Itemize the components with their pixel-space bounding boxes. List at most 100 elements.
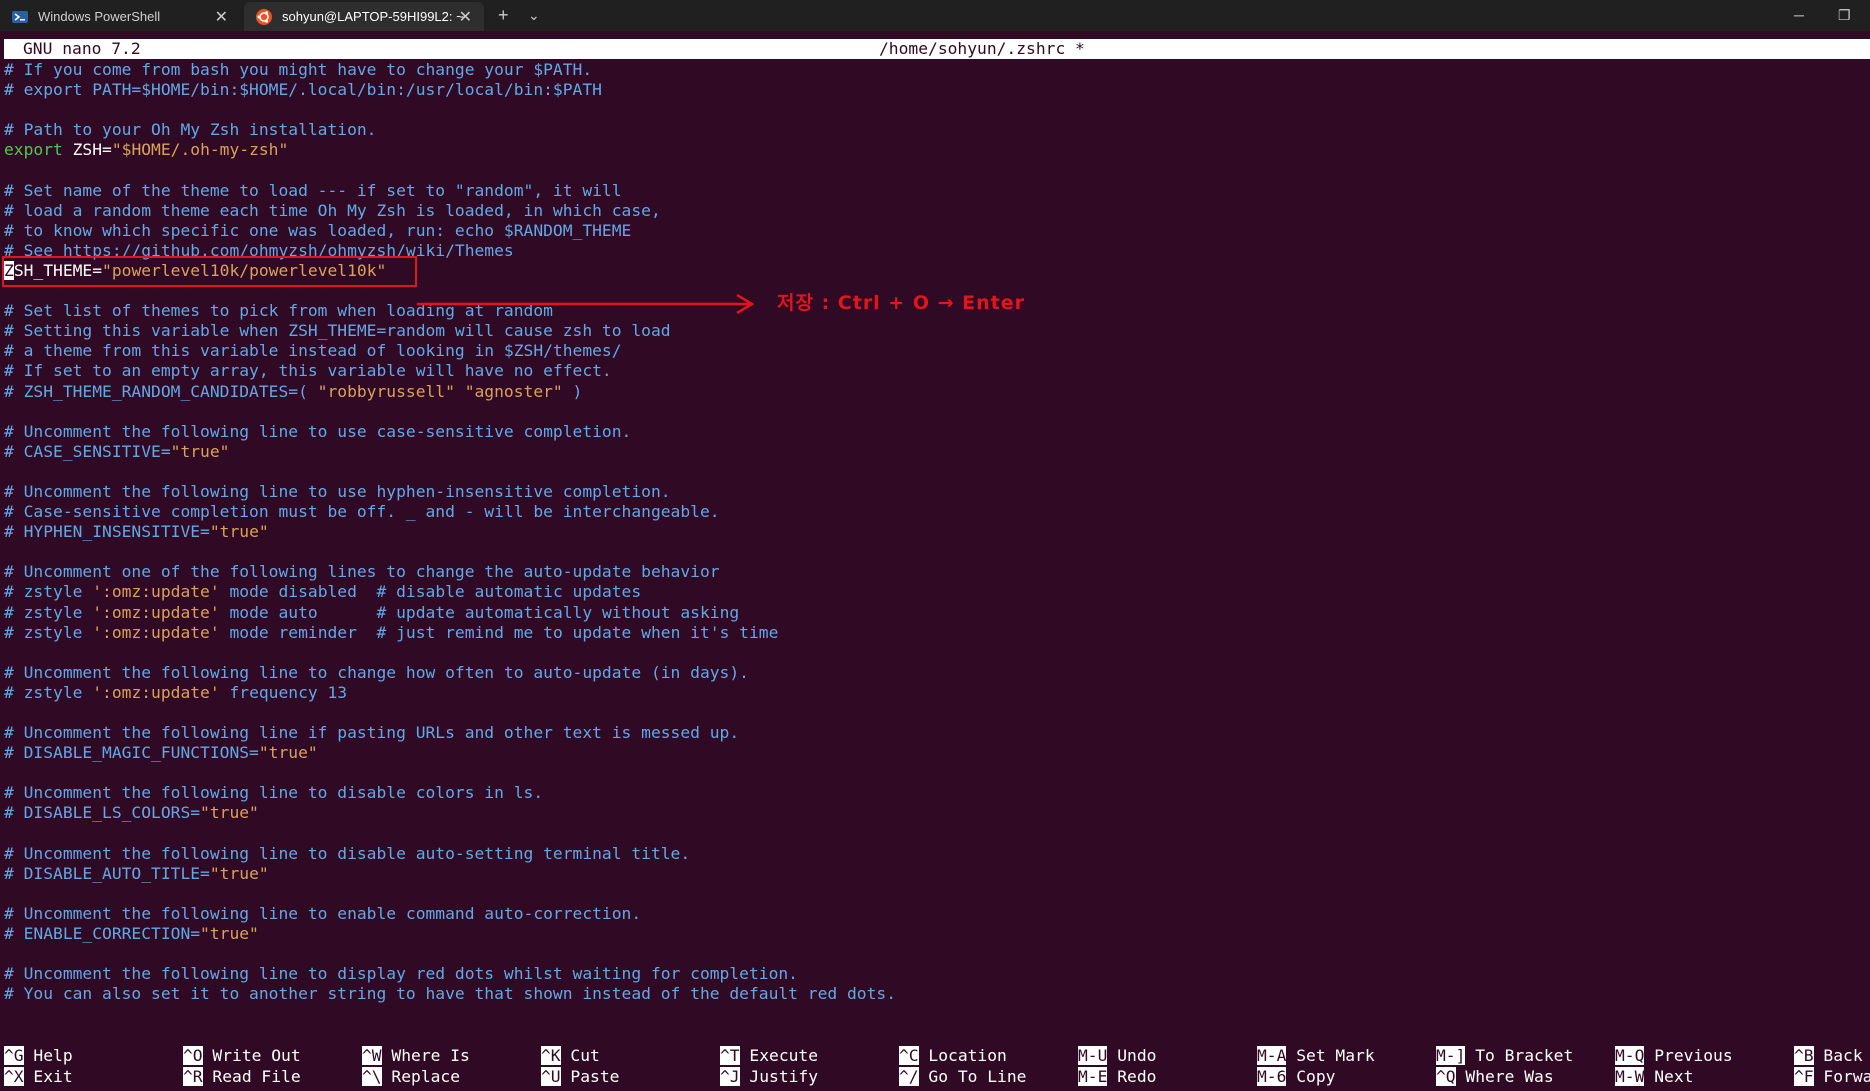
shortcut-label: Execute <box>739 1046 819 1065</box>
editor-line[interactable]: # Uncomment the following line to disabl… <box>4 844 896 864</box>
minimize-button[interactable]: ─ <box>1794 4 1804 26</box>
editor-line[interactable]: # Uncomment the following line to enable… <box>4 904 896 924</box>
close-icon[interactable]: ✕ <box>215 7 228 27</box>
shortcut-where-is[interactable]: ^W Where Is <box>362 1046 470 1066</box>
editor-text-area[interactable]: # If you come from bash you might have t… <box>4 60 896 1004</box>
tab-windows-powershell[interactable]: Windows PowerShell ✕ <box>0 2 240 31</box>
code-token: # Setting this variable when ZSH_THEME=r… <box>4 321 671 341</box>
tab-dropdown-button[interactable]: ⌄ <box>528 4 540 26</box>
editor-line[interactable]: # a theme from this variable instead of … <box>4 341 896 361</box>
editor-line[interactable] <box>4 100 896 120</box>
editor-line[interactable]: # Set name of the theme to load --- if s… <box>4 181 896 201</box>
shortcut-justify[interactable]: ^J Justify <box>720 1067 818 1087</box>
editor-line[interactable] <box>4 944 896 964</box>
shortcut-cut[interactable]: ^K Cut <box>541 1046 600 1066</box>
editor-line[interactable] <box>4 643 896 663</box>
editor-line[interactable]: # CASE_SENSITIVE="true" <box>4 442 896 462</box>
editor-line[interactable] <box>4 462 896 482</box>
code-token: "$HOME/.oh-my-zsh" <box>111 140 289 160</box>
code-token: "robbyrussell" "agnoster" <box>317 381 563 401</box>
shortcut-key: M-6 <box>1257 1067 1287 1086</box>
shortcut-redo[interactable]: M-E Redo <box>1078 1067 1156 1087</box>
editor-line[interactable]: # DISABLE_AUTO_TITLE="true" <box>4 864 896 884</box>
editor-line[interactable]: export ZSH="$HOME/.oh-my-zsh" <box>4 140 896 160</box>
editor-line[interactable]: # If you come from bash you might have t… <box>4 60 896 80</box>
shortcut-previous[interactable]: M-Q Previous <box>1615 1046 1733 1066</box>
editor-line[interactable]: # Uncomment the following line to use ca… <box>4 422 896 442</box>
shortcut-label: Write Out <box>202 1046 301 1065</box>
editor-line[interactable] <box>4 763 896 783</box>
shortcut-read-file[interactable]: ^R Read File <box>183 1067 301 1087</box>
shortcut-help[interactable]: ^G Help <box>4 1046 73 1066</box>
code-token: # Uncomment the following line to displa… <box>4 964 798 984</box>
terminal-pane[interactable]: GNU nano 7.2 /home/sohyun/.zshrc * # If … <box>0 31 1870 1086</box>
editor-line[interactable]: # zstyle ':omz:update' mode auto # updat… <box>4 603 896 623</box>
shortcut-key: ^W <box>362 1046 382 1065</box>
shortcut-label: Set Mark <box>1286 1046 1375 1065</box>
shortcut-next[interactable]: M-W Next <box>1615 1067 1693 1087</box>
tab-ubuntu-shell[interactable]: sohyun@LAPTOP-59HI99L2: ~ ✕ <box>244 2 484 31</box>
editor-line[interactable]: # zstyle ':omz:update' mode reminder # j… <box>4 623 896 643</box>
shortcut-label: Justify <box>739 1067 819 1086</box>
code-token: # a theme from this variable instead of … <box>4 341 622 361</box>
code-token: # Set name of the theme to load --- if s… <box>4 180 622 200</box>
editor-line[interactable]: # Uncomment the following line to displa… <box>4 964 896 984</box>
editor-line[interactable]: # Uncomment the following line to use hy… <box>4 482 896 502</box>
editor-line[interactable] <box>4 824 896 844</box>
editor-line[interactable]: # DISABLE_MAGIC_FUNCTIONS="true" <box>4 743 896 763</box>
code-token: # export PATH=$HOME/bin:$HOME/.local/bin… <box>4 80 602 100</box>
shortcut-execute[interactable]: ^T Execute <box>720 1046 818 1066</box>
shortcut-paste[interactable]: ^U Paste <box>541 1067 619 1087</box>
code-token: # load a random theme each time Oh My Zs… <box>4 200 661 220</box>
code-token: export <box>4 140 63 160</box>
editor-line[interactable] <box>4 402 896 422</box>
shortcut-location[interactable]: ^C Location <box>899 1046 1007 1066</box>
editor-line[interactable]: # Uncomment the following line to change… <box>4 663 896 683</box>
editor-line[interactable] <box>4 703 896 723</box>
code-token: # Path to your Oh My Zsh installation. <box>4 120 377 140</box>
editor-line[interactable]: # You can also set it to another string … <box>4 984 896 1004</box>
editor-line[interactable]: # Uncomment the following line if pastin… <box>4 723 896 743</box>
shortcut-where-was[interactable]: ^Q Where Was <box>1436 1067 1554 1087</box>
editor-line[interactable]: # zstyle ':omz:update' frequency 13 <box>4 683 896 703</box>
code-token: "true" <box>209 522 269 542</box>
shortcut-back[interactable]: ^B Back <box>1794 1046 1863 1066</box>
editor-line[interactable]: # zstyle ':omz:update' mode disabled # d… <box>4 582 896 602</box>
editor-line[interactable]: # export PATH=$HOME/bin:$HOME/.local/bin… <box>4 80 896 100</box>
shortcut-key: M-A <box>1257 1046 1287 1065</box>
shortcut-undo[interactable]: M-U Undo <box>1078 1046 1156 1066</box>
editor-line[interactable]: # Case-sensitive completion must be off.… <box>4 502 896 522</box>
editor-line[interactable]: # ZSH_THEME_RANDOM_CANDIDATES=( "robbyru… <box>4 382 896 402</box>
editor-line[interactable]: # load a random theme each time Oh My Zs… <box>4 201 896 221</box>
editor-line[interactable]: # DISABLE_LS_COLORS="true" <box>4 803 896 823</box>
new-tab-button[interactable]: + <box>498 4 509 26</box>
shortcut-key: ^\ <box>362 1067 382 1086</box>
editor-line[interactable] <box>4 542 896 562</box>
code-token: mode reminder # just remind me to update… <box>219 622 779 642</box>
editor-line[interactable]: # If set to an empty array, this variabl… <box>4 361 896 381</box>
editor-line[interactable]: # to know which specific one was loaded,… <box>4 221 896 241</box>
code-token: # ENABLE_CORRECTION= <box>4 924 201 944</box>
editor-line[interactable]: # Path to your Oh My Zsh installation. <box>4 120 896 140</box>
editor-line[interactable]: # Uncomment the following line to disabl… <box>4 783 896 803</box>
shortcut-key: M-U <box>1078 1046 1108 1065</box>
shortcut-copy[interactable]: M-6 Copy <box>1257 1067 1335 1087</box>
shortcut-write-out[interactable]: ^O Write Out <box>183 1046 301 1066</box>
editor-line[interactable] <box>4 160 896 180</box>
shortcut-key: M-Q <box>1615 1046 1645 1065</box>
shortcut-exit[interactable]: ^X Exit <box>4 1067 73 1087</box>
shortcut-to-bracket[interactable]: M-] To Bracket <box>1436 1046 1573 1066</box>
editor-line[interactable]: # Uncomment one of the following lines t… <box>4 562 896 582</box>
maximize-button[interactable]: ❐ <box>1838 4 1851 26</box>
editor-line[interactable]: # Setting this variable when ZSH_THEME=r… <box>4 321 896 341</box>
shortcut-go-to-line[interactable]: ^/ Go To Line <box>899 1067 1026 1087</box>
editor-line[interactable] <box>4 884 896 904</box>
shortcut-key: ^U <box>541 1067 561 1086</box>
shortcut-replace[interactable]: ^\ Replace <box>362 1067 460 1087</box>
shortcut-forward[interactable]: ^F Forward <box>1794 1067 1870 1087</box>
shortcut-label: Redo <box>1107 1067 1157 1086</box>
close-icon[interactable]: ✕ <box>459 7 472 27</box>
editor-line[interactable]: # HYPHEN_INSENSITIVE="true" <box>4 522 896 542</box>
editor-line[interactable]: # ENABLE_CORRECTION="true" <box>4 924 896 944</box>
shortcut-set-mark[interactable]: M-A Set Mark <box>1257 1046 1375 1066</box>
